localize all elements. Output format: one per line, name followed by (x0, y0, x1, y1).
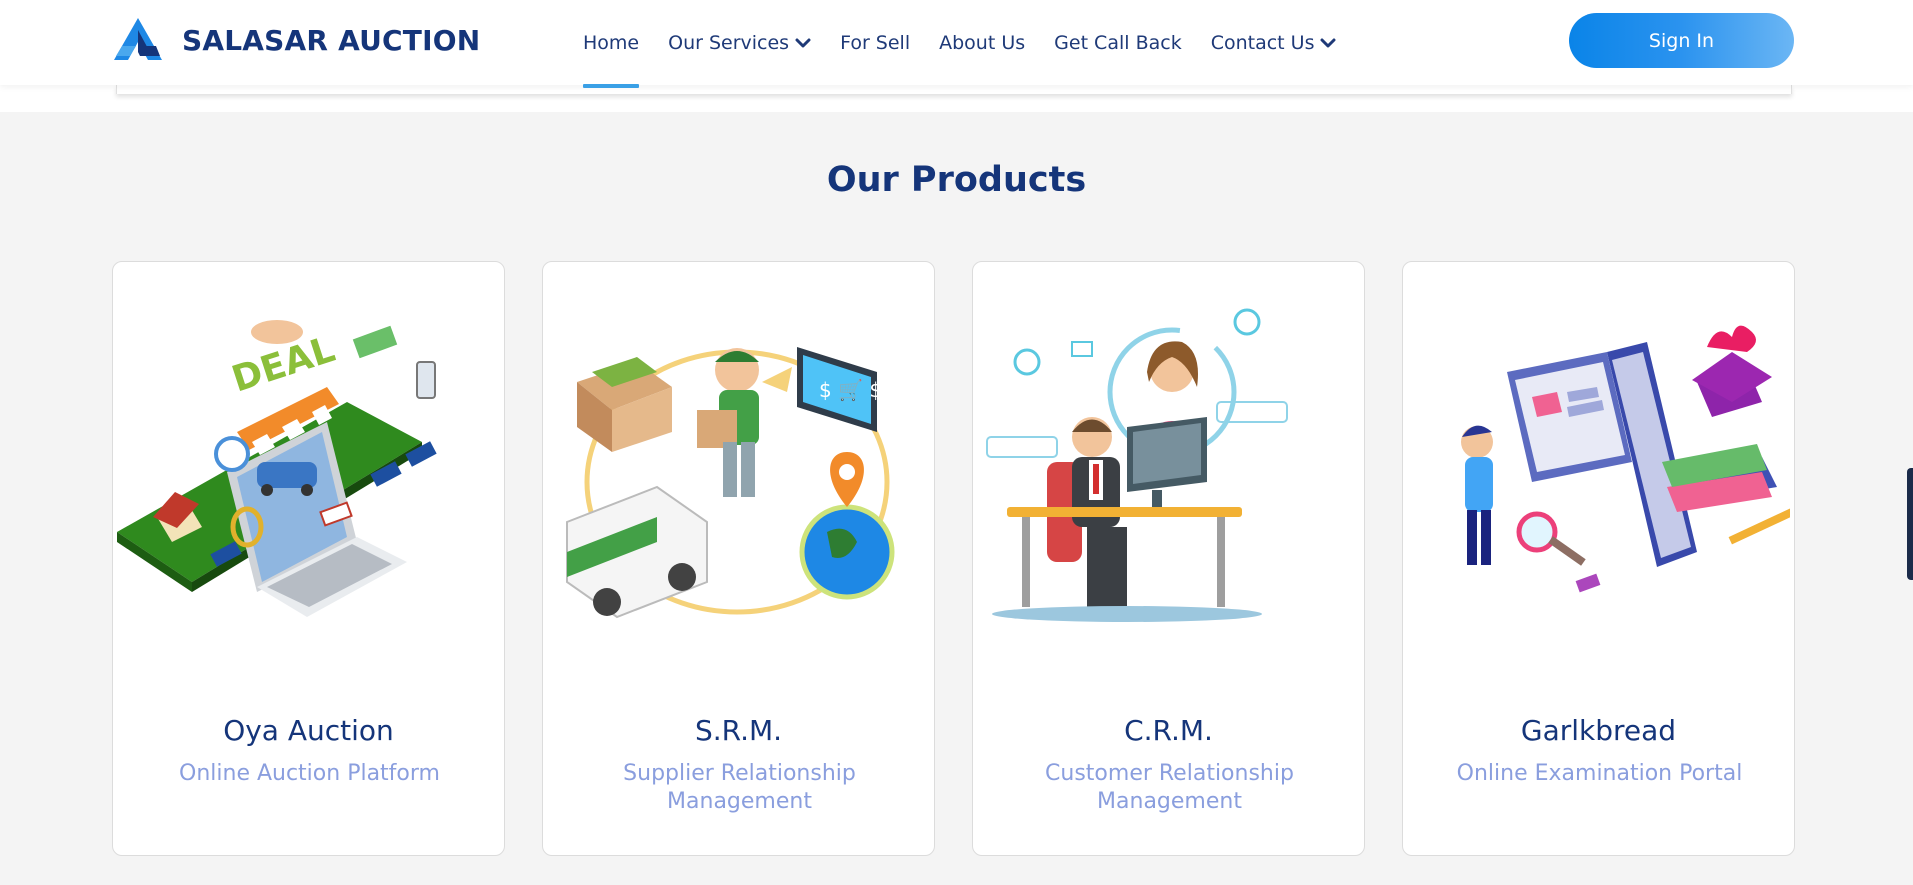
main-nav: Home Our Services For Sell About Us Get … (583, 0, 1365, 88)
panel-bottom-edge (116, 85, 1792, 94)
product-name: C.R.M. (1124, 714, 1213, 747)
brand-name: SALASAR AUCTION (182, 23, 481, 57)
online-auction-illustration: DEAL (117, 320, 437, 617)
online-exam-illustration (1461, 325, 1790, 593)
product-card-garlkbread[interactable]: Garlkbread Online Examination Portal (1402, 261, 1795, 856)
product-card-oya-auction[interactable]: DEAL Oya Auction Online Auction Platform (112, 261, 505, 856)
chevron-down-icon (1320, 38, 1336, 47)
product-card-crm[interactable]: C.R.M. Customer Relationship Management (972, 261, 1365, 856)
nav-our-services-label: Our Services (668, 31, 790, 54)
nav-for-sell[interactable]: For Sell (840, 0, 910, 85)
product-cards: DEAL Oya Auction Online Auction Platform (112, 261, 1795, 856)
nav-about-us-label: About Us (939, 31, 1026, 54)
nav-contact-us-label: Contact Us (1210, 31, 1315, 54)
product-name: Garlkbread (1520, 714, 1677, 747)
nav-about-us[interactable]: About Us (939, 0, 1025, 85)
nav-home-label: Home (583, 31, 640, 54)
supplier-delivery-illustration: $ 🛒 $ (566, 347, 895, 619)
site-header: SALASAR AUCTION Home Our Services For Se… (0, 0, 1913, 88)
nav-contact-us[interactable]: Contact Us (1211, 0, 1337, 85)
product-card-srm[interactable]: $ 🛒 $ S.R.M. Supplier Relationship Manag… (542, 261, 935, 856)
chevron-down-icon (795, 38, 811, 47)
sign-in-button[interactable]: Sign In (1569, 13, 1794, 68)
nav-home[interactable]: Home (583, 0, 640, 88)
svg-text:$ 🛒 $: $ 🛒 $ (819, 378, 882, 402)
nav-our-services[interactable]: Our Services (668, 0, 811, 85)
product-name: S.R.M. (694, 714, 783, 747)
customer-support-illustration (986, 308, 1288, 622)
product-subtitle: Customer Relationship Management (1045, 761, 1294, 814)
nav-get-call-back-label: Get Call Back (1054, 31, 1182, 54)
nav-for-sell-label: For Sell (840, 31, 911, 54)
product-subtitle: Supplier Relationship Management (623, 761, 856, 814)
product-name: Oya Auction (223, 714, 394, 747)
logo-icon (114, 18, 162, 60)
section-title: Our Products (826, 160, 1087, 200)
side-scroll-tab[interactable] (1907, 468, 1913, 580)
product-subtitle: Online Auction Platform (179, 761, 440, 786)
nav-get-call-back[interactable]: Get Call Back (1054, 0, 1182, 85)
brand-logo[interactable]: SALASAR AUCTION (112, 16, 480, 64)
product-subtitle: Online Examination Portal (1456, 761, 1743, 786)
